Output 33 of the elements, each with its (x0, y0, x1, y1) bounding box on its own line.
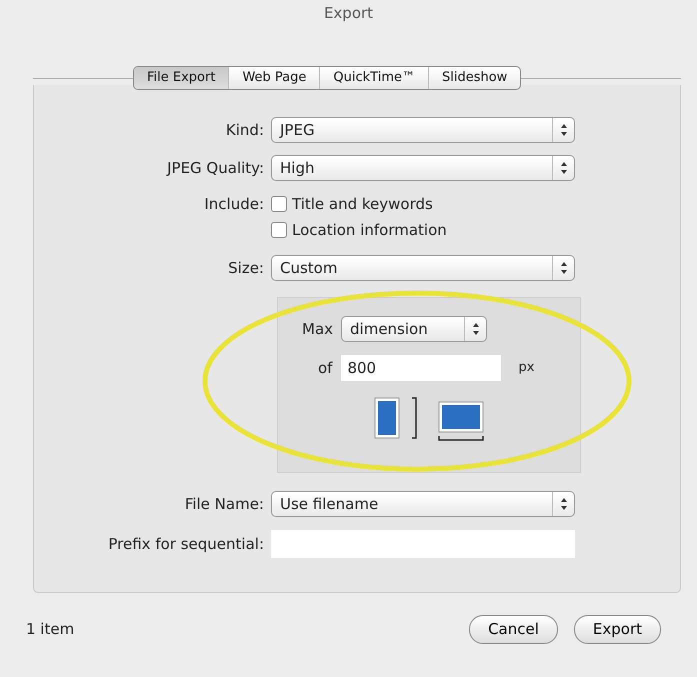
dimension-dropdown[interactable]: dimension (341, 316, 488, 342)
checkbox[interactable] (271, 222, 287, 238)
export-button[interactable]: Export (574, 615, 661, 644)
checkbox[interactable] (271, 196, 287, 212)
tab[interactable]: QuickTime™ (320, 67, 429, 88)
item-count: 1 item (26, 619, 74, 640)
field-label: of (318, 358, 332, 379)
unit-label: px (518, 359, 534, 378)
stepper-arrows-icon (472, 322, 480, 336)
checkbox-label: Location information (292, 220, 447, 241)
size-dropdown[interactable]: Custom (271, 255, 575, 281)
tab[interactable]: Slideshow (428, 67, 520, 88)
file-name-dropdown[interactable]: Use filename (271, 491, 575, 517)
stepper-arrows-icon (560, 261, 568, 275)
field-label: Include: (203, 194, 265, 215)
cancel-button[interactable]: Cancel (469, 615, 558, 644)
size-input[interactable]: 800 (340, 354, 502, 382)
kind-dropdown[interactable]: JPEG (271, 117, 575, 143)
stepper-arrows-icon (560, 497, 568, 511)
field-label: File Name: (184, 494, 265, 515)
stepper-arrows-icon (560, 161, 568, 175)
field-label: Max (302, 318, 334, 340)
field-label: Kind: (224, 120, 265, 141)
field-label: JPEG Quality: (165, 158, 265, 179)
field-label: Prefix for sequential: (107, 534, 265, 555)
quality-dropdown[interactable]: High (271, 155, 575, 181)
window-title: Export (322, 3, 374, 24)
tab[interactable]: Web Page (229, 67, 320, 88)
stepper-arrows-icon (560, 123, 568, 137)
prefix-input[interactable] (271, 530, 575, 558)
checkbox-label: Title and keywords (292, 194, 433, 215)
field-label: Size: (227, 258, 265, 279)
tab[interactable]: File Export (134, 67, 230, 88)
